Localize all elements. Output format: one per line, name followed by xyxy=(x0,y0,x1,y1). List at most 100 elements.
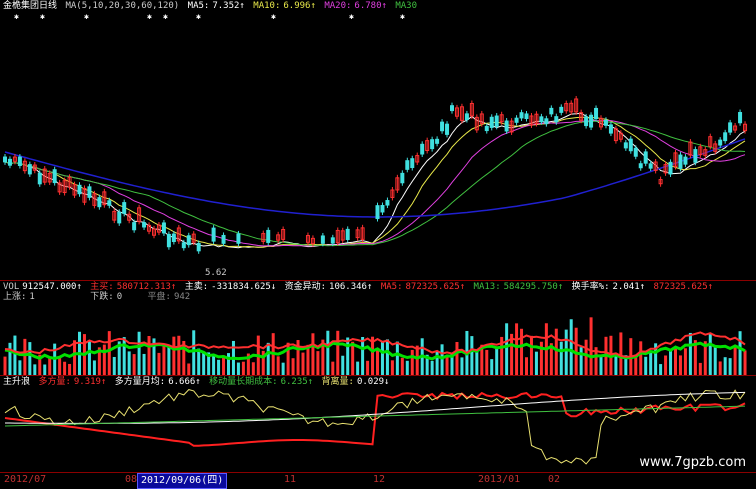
volume-bar xyxy=(405,360,409,375)
volume-bar xyxy=(674,348,677,375)
volume-bar xyxy=(112,356,116,375)
candle-body xyxy=(410,158,415,169)
candle-body xyxy=(107,200,112,206)
candle-body xyxy=(504,120,509,132)
volume-bar xyxy=(127,351,131,375)
vol-ma13-value: 584295.750↑ xyxy=(503,282,564,292)
volume-bar xyxy=(346,337,350,375)
volume-bar xyxy=(13,335,17,375)
flat-label: 平盘: xyxy=(147,292,171,302)
date-tick: 12 xyxy=(373,474,386,485)
date-tick: 2013/01 xyxy=(478,474,521,485)
volume-bar xyxy=(107,331,111,375)
volume-bar xyxy=(639,341,643,375)
candle-body xyxy=(171,233,176,243)
volume-bar xyxy=(326,330,330,375)
volume-bar xyxy=(172,336,176,375)
volume-bar xyxy=(708,332,712,375)
candle-body xyxy=(266,229,271,243)
volume-bar xyxy=(147,335,151,375)
candle-body xyxy=(430,139,435,150)
volume-bar xyxy=(440,344,444,375)
candle-body xyxy=(132,222,137,231)
candle-body xyxy=(221,234,226,244)
candle-body xyxy=(117,211,122,224)
candle-body xyxy=(27,164,32,175)
volume-bar xyxy=(505,323,509,375)
ma5-label: MA5: xyxy=(187,1,210,11)
volume-bar xyxy=(356,361,360,375)
volume-bar xyxy=(132,354,136,375)
ma10-value: 6.996↑ xyxy=(283,1,316,11)
turnover-value: 2.041↑ xyxy=(612,282,646,292)
volume-bar xyxy=(485,349,489,375)
volume-bar xyxy=(678,355,682,375)
price-min-label: 5.62 xyxy=(205,268,227,278)
volume-bar xyxy=(564,329,568,375)
candle-body xyxy=(554,116,559,123)
volume-bar xyxy=(435,351,439,375)
candle-body xyxy=(544,118,549,125)
ma20-line xyxy=(4,119,746,247)
flat-value: 942 xyxy=(173,292,191,302)
volume-chart[interactable] xyxy=(0,303,756,375)
volume-bar xyxy=(490,359,494,375)
candle-body xyxy=(122,202,127,214)
candle-body xyxy=(494,115,499,127)
volume-bar xyxy=(614,355,618,375)
watermark: www.7gpzb.com xyxy=(639,455,746,470)
volume-bar xyxy=(619,332,623,375)
volume-bar xyxy=(87,340,91,375)
volume-bar xyxy=(400,357,404,375)
long-avg-label: 多方量月均: xyxy=(114,377,166,387)
volume-bar xyxy=(217,359,221,375)
volume-bar xyxy=(48,357,52,375)
ma30-line xyxy=(4,120,746,247)
volume-legend-row-2: 上涨: 1 下跌: 0 平盘: 942 xyxy=(3,292,193,303)
candle-body xyxy=(97,197,102,208)
indicator-legend-row: 主升浪 多方量: 9.319↑ 多方量月均: 6.666↑ 移动量长期成本: 6.23… xyxy=(3,377,392,388)
volume-bar xyxy=(122,337,126,375)
candle-body xyxy=(638,163,643,169)
candle-body xyxy=(320,235,325,244)
volume-bar xyxy=(341,355,345,375)
fund-label: 资金异动: xyxy=(284,282,327,292)
volume-bar xyxy=(584,339,588,375)
ma10-label: MA10: xyxy=(253,1,281,11)
volume-bar xyxy=(688,332,692,375)
volume-bar xyxy=(227,353,230,375)
volume-bar xyxy=(410,349,414,375)
volume-bar xyxy=(177,335,181,375)
candle-body xyxy=(584,116,589,127)
ma20-label: MA20: xyxy=(324,1,352,11)
volume-bar xyxy=(366,360,370,375)
volume-bar xyxy=(63,361,67,375)
volume-bar xyxy=(137,331,141,375)
candle-body xyxy=(400,172,405,184)
stock-title: 金桅集团日线 xyxy=(3,1,58,11)
candle-body xyxy=(693,149,698,163)
candle-body xyxy=(623,142,628,149)
volume-bar xyxy=(515,323,519,375)
date-tick: 08 xyxy=(125,474,138,485)
volume-bar xyxy=(395,341,399,375)
candle-body xyxy=(196,243,201,252)
candle-body xyxy=(420,143,425,155)
candle-body xyxy=(236,233,241,244)
volume-bar xyxy=(589,317,593,375)
candle-body xyxy=(514,117,519,123)
volume-bar xyxy=(241,361,245,375)
volume-bar xyxy=(331,361,335,375)
volume-bar xyxy=(525,357,528,375)
volume-bar xyxy=(430,360,434,375)
volume-bar xyxy=(291,358,295,375)
vol-ma13-label: MA13: xyxy=(473,282,501,292)
price-chart[interactable] xyxy=(0,12,756,282)
candle-body xyxy=(683,156,688,165)
volume-bar xyxy=(187,363,191,375)
off-value: 0.029↓ xyxy=(356,377,390,387)
candle-body xyxy=(380,204,385,213)
panel-divider xyxy=(0,280,756,281)
candle-body xyxy=(3,156,7,163)
volume-bar xyxy=(669,349,673,375)
